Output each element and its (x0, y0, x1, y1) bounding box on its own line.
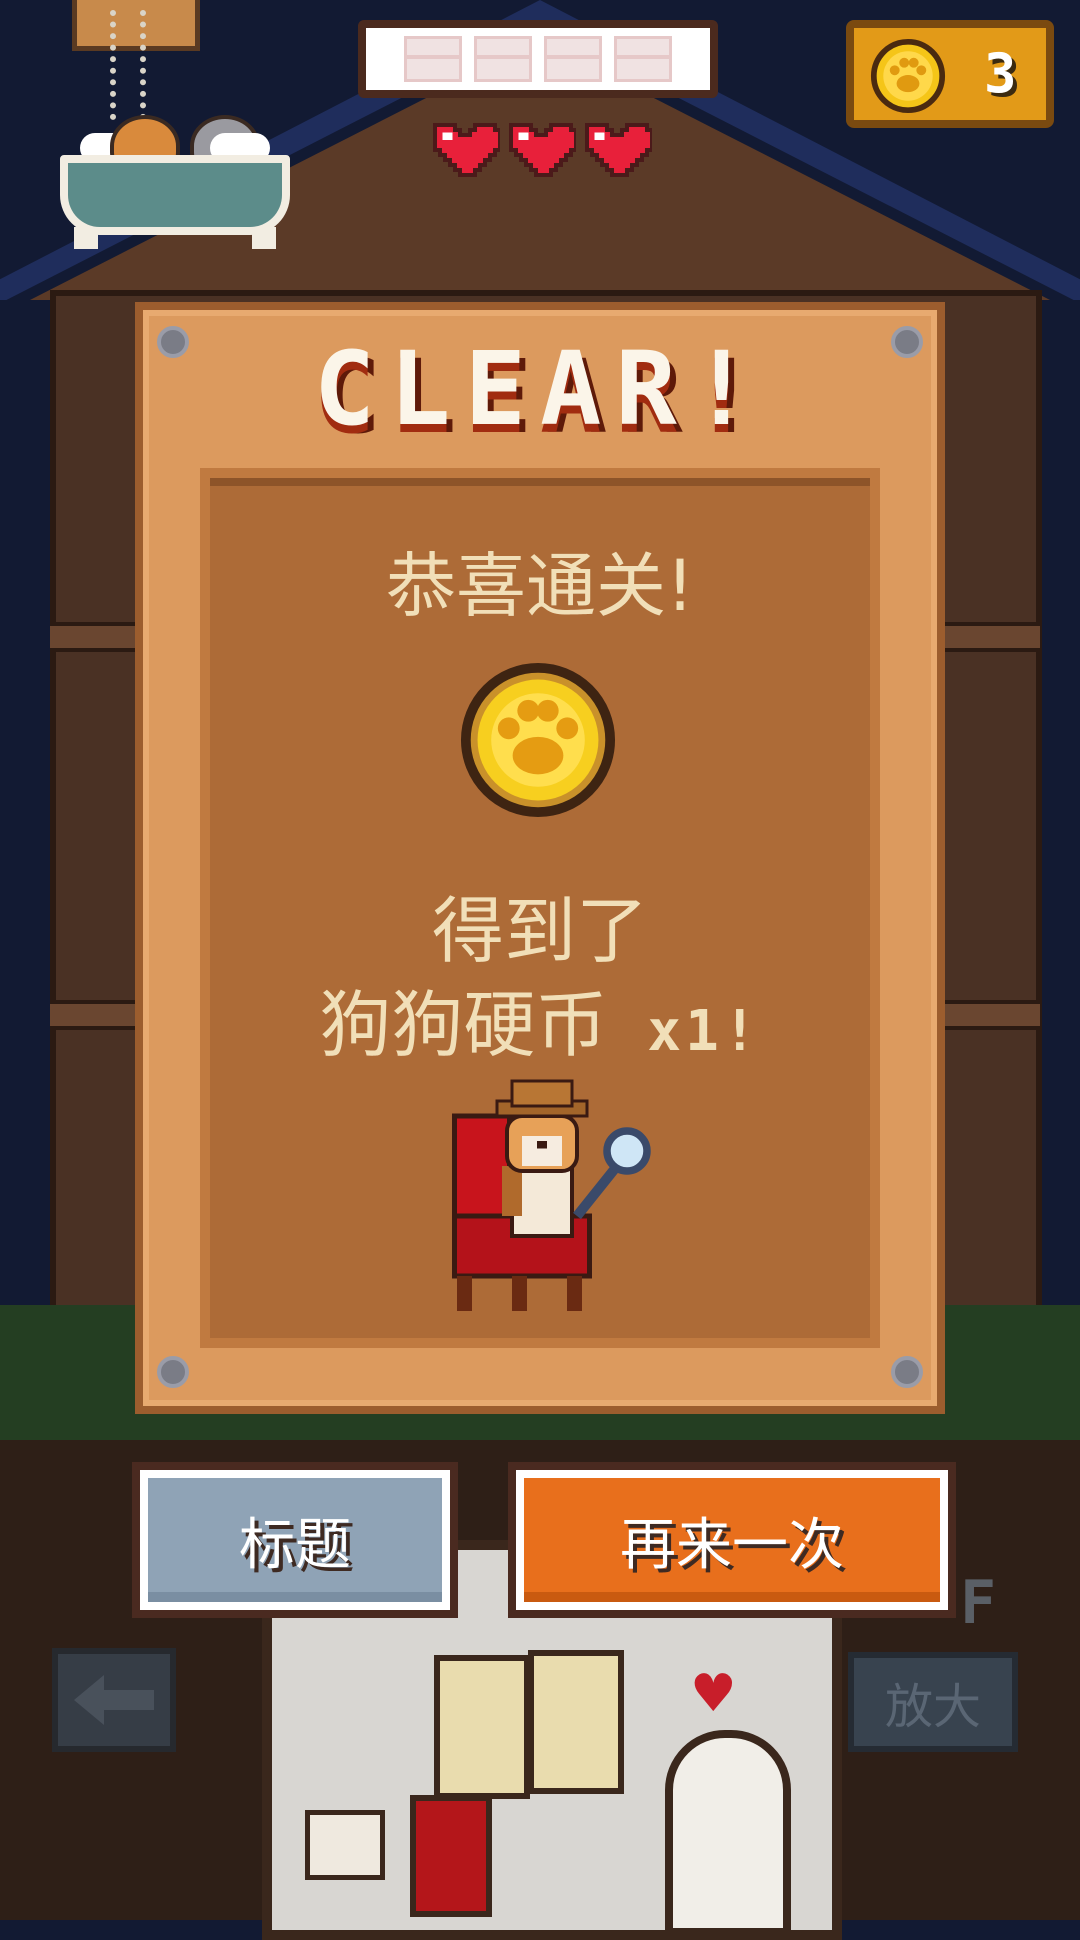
retry-button[interactable]: 再来一次 (508, 1462, 956, 1618)
treasure-chest-icon (544, 36, 602, 82)
reward-quantity: x1! (647, 999, 761, 1064)
armchair (410, 1795, 492, 1917)
coin-count: 3 (984, 42, 1017, 105)
bathtub-dogs-icon (60, 115, 290, 250)
heart-icon (509, 123, 576, 177)
reward-label: 得到了 (431, 889, 648, 973)
floor-indicator: F (960, 1568, 997, 1638)
paw-coin-icon (870, 38, 946, 114)
wall-shelf (528, 1650, 624, 1794)
detective-dog-icon (452, 1079, 651, 1311)
panel-bolt (891, 1356, 923, 1388)
reward-name: 狗狗硬币 (319, 983, 608, 1067)
heart-decoration-icon: ♥ (690, 1664, 737, 1724)
heart-icon (433, 123, 500, 177)
coin-counter: 3 (846, 20, 1054, 128)
treasure-chest-icon (404, 36, 462, 82)
congrats-message: 恭喜通关! (385, 545, 695, 627)
heart-icon (585, 123, 652, 177)
wall-shelf (434, 1655, 530, 1799)
paw-coin-icon (460, 662, 616, 818)
clear-title: CLEAR! (313, 330, 767, 449)
lives-hearts (430, 110, 655, 192)
table-lamp (305, 1810, 385, 1880)
reward-line: 狗狗硬币 x1! (200, 966, 880, 1071)
room-door (665, 1730, 791, 1936)
arrow-left-icon (74, 1675, 154, 1725)
hanging-chain (110, 10, 146, 120)
treasure-progress-bar (358, 20, 718, 98)
zoom-button[interactable]: 放大 (848, 1652, 1018, 1752)
treasure-chest-icon (614, 36, 672, 82)
treasure-chest-icon (474, 36, 532, 82)
title-button[interactable]: 标题 (132, 1462, 458, 1618)
back-button[interactable] (52, 1648, 176, 1752)
panel-bolt (157, 1356, 189, 1388)
